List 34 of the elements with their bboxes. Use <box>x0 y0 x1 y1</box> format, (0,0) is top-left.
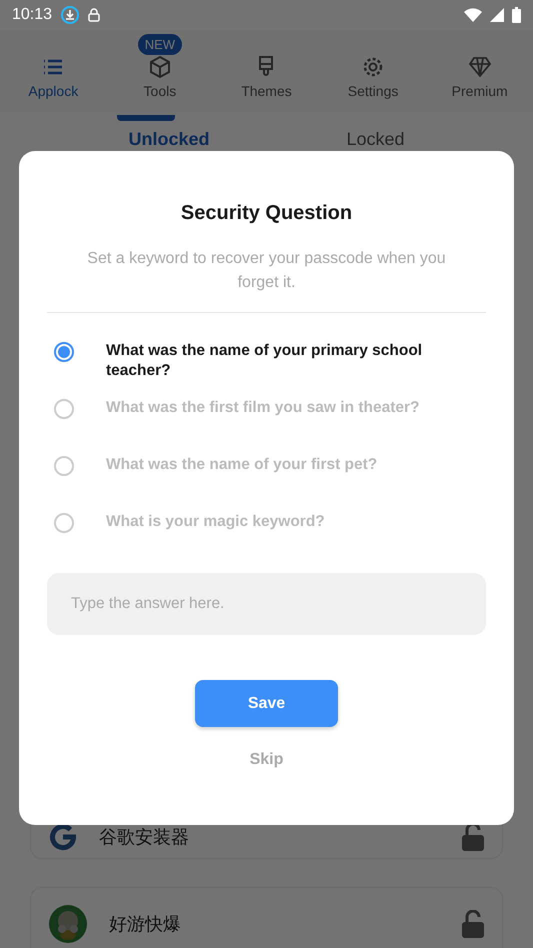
skip-button[interactable]: Skip <box>244 749 290 771</box>
answer-field[interactable]: Type the answer here. <box>47 573 486 635</box>
radio-button[interactable] <box>54 342 74 362</box>
dialog-subtitle: Set a keyword to recover your passcode when you forget it. <box>86 249 447 293</box>
nav-tab[interactable]: Applock <box>0 30 107 115</box>
nav-tab[interactable]: Themes <box>213 30 320 115</box>
signal-icon <box>490 8 504 22</box>
save-button[interactable]: Save <box>195 680 338 727</box>
radio-button[interactable] <box>54 399 74 419</box>
radio-button[interactable] <box>54 513 74 533</box>
filter-tab[interactable]: Locked <box>346 129 404 150</box>
app-name: 好游快爆 <box>109 913 182 936</box>
diamond-icon <box>468 55 492 79</box>
new-badge: NEW <box>138 34 182 55</box>
google-icon <box>49 823 77 851</box>
question-option[interactable]: What is your magic keyword? <box>106 512 325 532</box>
download-icon <box>60 5 80 25</box>
filter-tab[interactable]: Unlocked <box>128 129 210 150</box>
wifi-icon <box>464 8 482 22</box>
status-time: 10:13 <box>12 6 52 24</box>
battery-icon <box>512 7 521 23</box>
dialog-title: Security Question <box>180 202 352 225</box>
question-option[interactable]: What was the name of your primary school teacher? <box>106 341 486 381</box>
app-name: 谷歌安装器 <box>99 826 190 849</box>
nav-tab[interactable]: Settings <box>320 30 426 115</box>
question-option[interactable]: What was the name of your first pet? <box>106 455 378 475</box>
cube-icon <box>148 55 172 79</box>
radio-button[interactable] <box>54 456 74 476</box>
lock-icon <box>88 8 100 22</box>
nav-tab[interactable]: Premium <box>426 30 533 115</box>
nav-tab[interactable]: NEW Tools <box>106 30 214 115</box>
lock-icon[interactable] <box>462 823 484 851</box>
app-card[interactable]: 好游快爆 <box>30 887 503 948</box>
question-option[interactable]: What was the first film you saw in theater? <box>106 398 420 418</box>
